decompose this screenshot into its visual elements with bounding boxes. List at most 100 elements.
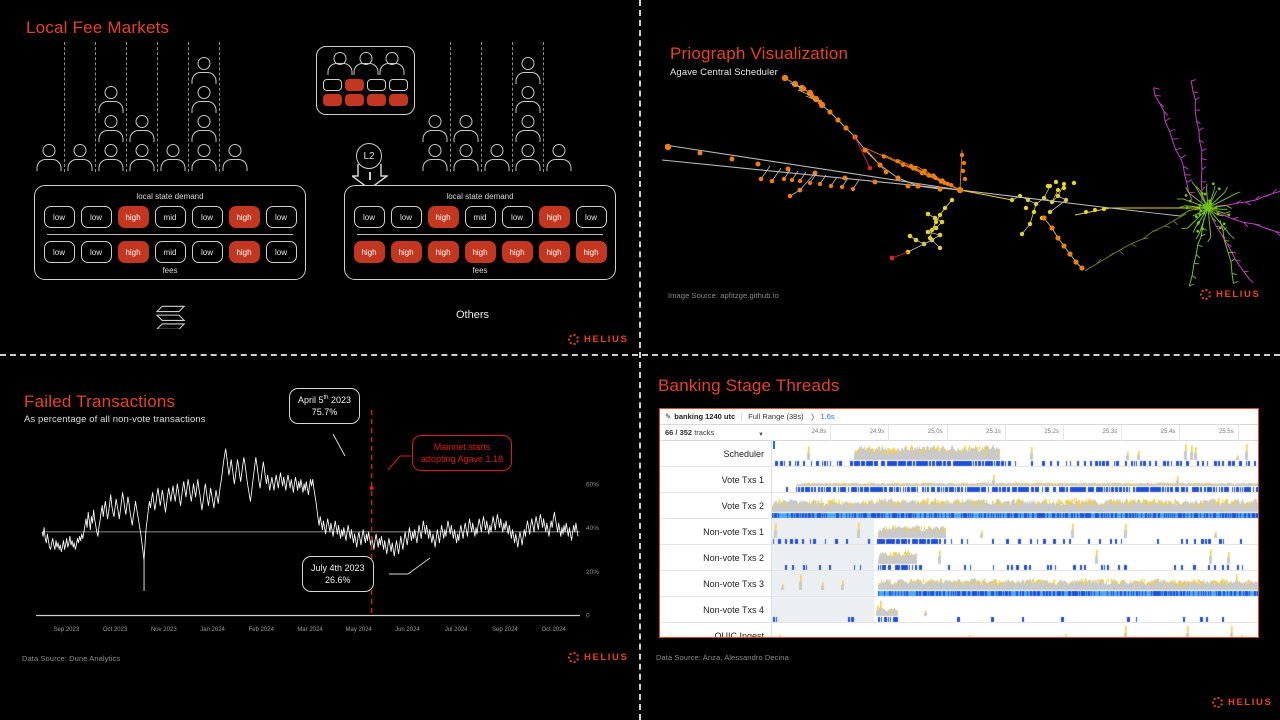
- person-icon: [515, 115, 541, 143]
- chevron-right-icon: ❯: [809, 413, 816, 421]
- callout-mainnet-line1: Mainnet starts: [433, 442, 491, 452]
- person-icon: [422, 144, 448, 172]
- table-row[interactable]: Non-vote Txs 4: [660, 597, 1258, 623]
- demand-cell: low: [353, 206, 385, 228]
- solana-logo: [156, 305, 186, 329]
- tracks-suffix: tracks: [692, 428, 715, 437]
- table-row[interactable]: QUIC Ingest: [660, 623, 1258, 637]
- l2-grid-row-1: [323, 79, 408, 91]
- helius-logo-q1: HELIUS: [568, 334, 628, 345]
- demand-cell: low: [390, 206, 422, 228]
- helius-wordmark: HELIUS: [1216, 289, 1261, 300]
- helius-wordmark: HELIUS: [584, 652, 629, 663]
- l2-rollup-box: [316, 46, 415, 115]
- fee-cell: low: [191, 241, 223, 263]
- demand-row: low low high mid low high low: [353, 206, 607, 228]
- thread-label: Vote Txs 2: [660, 493, 772, 518]
- demand-row: low low high mid low high low: [43, 206, 297, 228]
- time-axis[interactable]: 24.8s 24.9s 25.0s 25.1s 25.2s 25.3s 25.4s 25.5s: [772, 424, 1258, 441]
- time-gridline: [1237, 424, 1239, 441]
- caret-down-icon[interactable]: ▼: [758, 432, 764, 438]
- person-icon: [327, 52, 352, 76]
- failed-transactions-source: Data Source: Dune Analytics: [22, 654, 121, 663]
- demand-cell: low: [43, 206, 75, 228]
- crowd-column: [420, 42, 451, 172]
- priograph-source: Image Source: apfitzge.github.io: [668, 291, 779, 300]
- table-row[interactable]: Vote Txs 1: [660, 467, 1258, 493]
- l2-grid-cell: [323, 79, 342, 91]
- time-gridline: [1063, 424, 1065, 441]
- capture-name[interactable]: banking 1240 utc: [674, 412, 741, 421]
- thread-track[interactable]: [772, 545, 1258, 570]
- table-row[interactable]: Scheduler: [660, 441, 1258, 467]
- track-activity-canvas: [772, 623, 1258, 637]
- pencil-icon[interactable]: ✎: [665, 412, 671, 421]
- crowd-column: [189, 42, 220, 172]
- time-tick-label: 25.0s: [927, 428, 943, 435]
- tracks-header: 66 / 352 tracks ▼ 24.8s 24.9s 25.0s 25.1s 25…: [660, 424, 1258, 441]
- person-icon: [98, 144, 124, 172]
- svg-text:May 2024: May 2024: [346, 627, 373, 633]
- banking-stage-profiler-window: ✎ banking 1240 utc Full Range (38s) ❯ 1.…: [659, 408, 1259, 638]
- crowd-right: [420, 42, 575, 172]
- thread-track[interactable]: [772, 623, 1258, 637]
- crowd-column: [127, 42, 158, 172]
- crowd-column: [65, 42, 96, 172]
- thread-label: Scheduler: [660, 441, 772, 466]
- table-row[interactable]: Non-vote Txs 2: [660, 545, 1258, 571]
- fee-cell: low: [80, 241, 112, 263]
- helius-ring-icon: [1200, 289, 1211, 300]
- thread-track[interactable]: [772, 597, 1258, 622]
- table-row[interactable]: Non-vote Txs 3: [660, 571, 1258, 597]
- table-row[interactable]: Non-vote Txs 1: [660, 519, 1258, 545]
- svg-text:Jul 2024: Jul 2024: [445, 627, 468, 633]
- panel-divider: [47, 234, 293, 235]
- demand-cell: low: [575, 206, 607, 228]
- helius-logo-q3: HELIUS: [568, 652, 628, 663]
- person-icon: [36, 144, 62, 172]
- thread-track-list: Scheduler Vote Txs 1 Vote Txs 2 Non-vote Tx…: [660, 441, 1258, 637]
- quadrant-priograph: Priograph Visualization Agave Central Sc…: [640, 0, 1280, 360]
- person-icon: [98, 86, 124, 114]
- thread-track[interactable]: [772, 571, 1258, 596]
- callout-trough-value: 26.6%: [325, 575, 351, 586]
- slide-board: Local Fee Markets L2 local state demand l…: [0, 0, 1280, 720]
- person-icon: [191, 86, 217, 114]
- time-gridline: [888, 424, 890, 441]
- thread-track[interactable]: [772, 467, 1258, 492]
- table-row[interactable]: Vote Txs 2: [660, 493, 1258, 519]
- person-icon: [191, 115, 217, 143]
- thread-track[interactable]: [772, 519, 1258, 544]
- person-icon: [422, 115, 448, 143]
- l2-grid-cell: [367, 94, 386, 106]
- time-gridline: [1179, 424, 1181, 441]
- person-icon: [453, 115, 479, 143]
- thread-track[interactable]: [772, 493, 1258, 518]
- range-label[interactable]: Full Range (38s): [742, 412, 809, 421]
- helius-wordmark: HELIUS: [584, 334, 629, 345]
- person-icon: [515, 144, 541, 172]
- demand-cell: mid: [154, 206, 186, 228]
- banking-stage-source: Data Source: Anza, Alessandro Decina: [656, 653, 789, 662]
- panel-bottom-label: fees: [472, 266, 488, 275]
- tracks-selector[interactable]: 66 / 352 tracks ▼: [660, 428, 772, 438]
- callout-peak-date: April 5: [298, 395, 324, 405]
- thread-track[interactable]: [772, 441, 1258, 466]
- crowd-column: [220, 42, 251, 172]
- time-gridline: [946, 424, 948, 441]
- demand-cell: low: [80, 206, 112, 228]
- person-icon: [515, 57, 541, 85]
- person-icon: [222, 144, 248, 172]
- person-icon: [546, 144, 572, 172]
- crowd-column: [34, 42, 65, 172]
- callout-july-trough: July 4th 2023 26.6%: [302, 556, 374, 593]
- callout-peak-value: 75.7%: [311, 407, 338, 418]
- svg-text:0: 0: [586, 613, 590, 620]
- time-tick-label: 24.8s: [811, 428, 827, 435]
- track-activity-canvas: [772, 519, 1258, 544]
- fee-cell: high: [390, 241, 422, 263]
- person-icon: [129, 144, 155, 172]
- fee-cell: high: [501, 241, 533, 263]
- fee-cell: high: [117, 241, 149, 263]
- selection-duration[interactable]: 1.6s: [820, 412, 834, 421]
